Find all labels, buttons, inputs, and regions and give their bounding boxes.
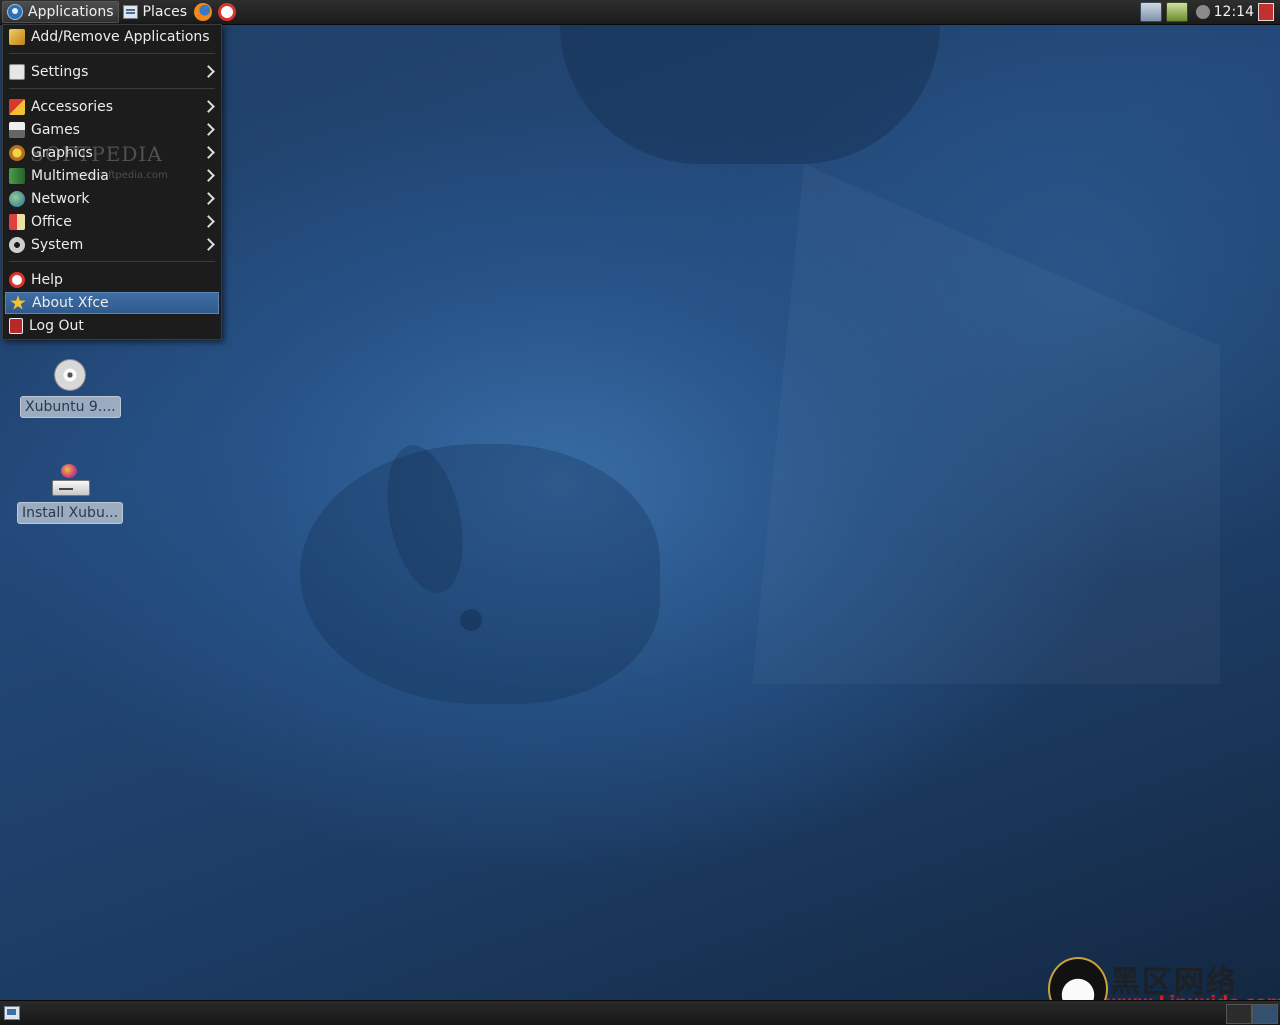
- menu-item-label: About Xfce: [32, 295, 109, 311]
- menu-item-log-out[interactable]: Log Out: [5, 315, 219, 337]
- wallpaper-mouse-eye: [460, 609, 482, 631]
- menu-item-label: Accessories: [31, 99, 114, 115]
- menu-item-graphics[interactable]: Graphics: [5, 142, 219, 164]
- submenu-arrow-icon: [202, 192, 215, 205]
- menu-item-network[interactable]: Network: [5, 188, 219, 210]
- menu-separator: [9, 88, 215, 89]
- menu-item-games[interactable]: Games: [5, 119, 219, 141]
- menu-item-label: Games: [31, 122, 80, 138]
- multimedia-icon: [9, 168, 25, 184]
- help-launcher-icon[interactable]: [218, 3, 237, 21]
- workspace-switcher-2[interactable]: [1252, 1004, 1278, 1024]
- menu-item-label: Network: [31, 191, 90, 207]
- network-icon: [9, 191, 25, 207]
- log-out-icon: [9, 318, 23, 334]
- logout-button-icon[interactable]: [1258, 3, 1274, 21]
- menu-item-label: System: [31, 237, 84, 253]
- wallpaper-mouse-head: [300, 444, 660, 704]
- volume-icon[interactable]: [1195, 5, 1210, 19]
- wallpaper-mouse-ear: [375, 438, 475, 600]
- office-icon: [9, 214, 25, 230]
- submenu-arrow-icon: [202, 100, 215, 113]
- accessories-icon: [9, 99, 25, 115]
- desktop-icon-label: Install Xubu...: [17, 502, 124, 524]
- menu-item-multimedia[interactable]: Multimedia: [5, 165, 219, 187]
- installer-icon: [51, 462, 91, 496]
- submenu-arrow-icon: [202, 65, 215, 78]
- places-label: Places: [142, 4, 188, 20]
- menu-item-label: Settings: [31, 64, 89, 80]
- places-icon: [122, 5, 138, 19]
- menu-item-label: Graphics: [31, 145, 93, 161]
- desktop-icon-label: Xubuntu 9....: [20, 396, 121, 418]
- menu-item-system[interactable]: System: [5, 234, 219, 256]
- desktop-icon-install-xubuntu[interactable]: Install Xubu...: [17, 462, 124, 524]
- menu-item-office[interactable]: Office: [5, 211, 219, 233]
- menu-separator: [9, 261, 215, 262]
- places-menu-button[interactable]: Places: [119, 1, 192, 23]
- menu-item-label: Office: [31, 214, 72, 230]
- submenu-arrow-icon: [202, 238, 215, 251]
- firefox-launcher-icon[interactable]: [194, 3, 213, 21]
- submenu-arrow-icon: [202, 169, 215, 182]
- menu-item-label: Add/Remove Applications: [31, 29, 210, 45]
- submenu-arrow-icon: [202, 215, 215, 228]
- add-remove-applications-icon: [9, 29, 25, 45]
- menu-item-label: Help: [31, 272, 63, 288]
- applications-menu: Add/Remove Applications Settings Accesso…: [2, 24, 222, 340]
- menu-item-add-remove-applications[interactable]: Add/Remove Applications: [5, 26, 219, 48]
- applications-menu-button[interactable]: Applications: [2, 1, 119, 23]
- wallpaper-fan: [752, 164, 1220, 684]
- menu-item-help[interactable]: Help: [5, 269, 219, 291]
- power-manager-icon[interactable]: [1165, 2, 1188, 22]
- xfce-menu-icon: [7, 4, 23, 20]
- submenu-arrow-icon: [202, 146, 215, 159]
- network-manager-icon[interactable]: [1139, 2, 1162, 22]
- settings-icon: [9, 64, 25, 80]
- wallpaper-circle: [560, 24, 940, 164]
- about-star-icon: [10, 295, 26, 310]
- help-icon: [9, 272, 25, 288]
- menu-item-accessories[interactable]: Accessories: [5, 96, 219, 118]
- submenu-arrow-icon: [202, 123, 215, 136]
- games-icon: [9, 122, 25, 138]
- system-icon: [9, 237, 25, 253]
- menu-item-label: Multimedia: [31, 168, 109, 184]
- menu-item-settings[interactable]: Settings: [5, 61, 219, 83]
- top-panel: Applications Places 12:14: [0, 0, 1280, 25]
- show-desktop-icon[interactable]: [4, 1006, 20, 1020]
- cd-disc-icon: [55, 360, 86, 390]
- graphics-icon: [9, 145, 25, 161]
- workspace-switcher-1[interactable]: [1226, 1004, 1252, 1024]
- menu-item-label: Log Out: [29, 318, 84, 334]
- bottom-panel: [0, 1000, 1280, 1025]
- clock[interactable]: 12:14: [1214, 4, 1254, 20]
- menu-separator: [9, 53, 215, 54]
- applications-label: Applications: [28, 4, 114, 20]
- desktop-icon-xubuntu-cd[interactable]: Xubuntu 9....: [20, 360, 121, 418]
- menu-item-about-xfce[interactable]: About Xfce: [5, 292, 219, 314]
